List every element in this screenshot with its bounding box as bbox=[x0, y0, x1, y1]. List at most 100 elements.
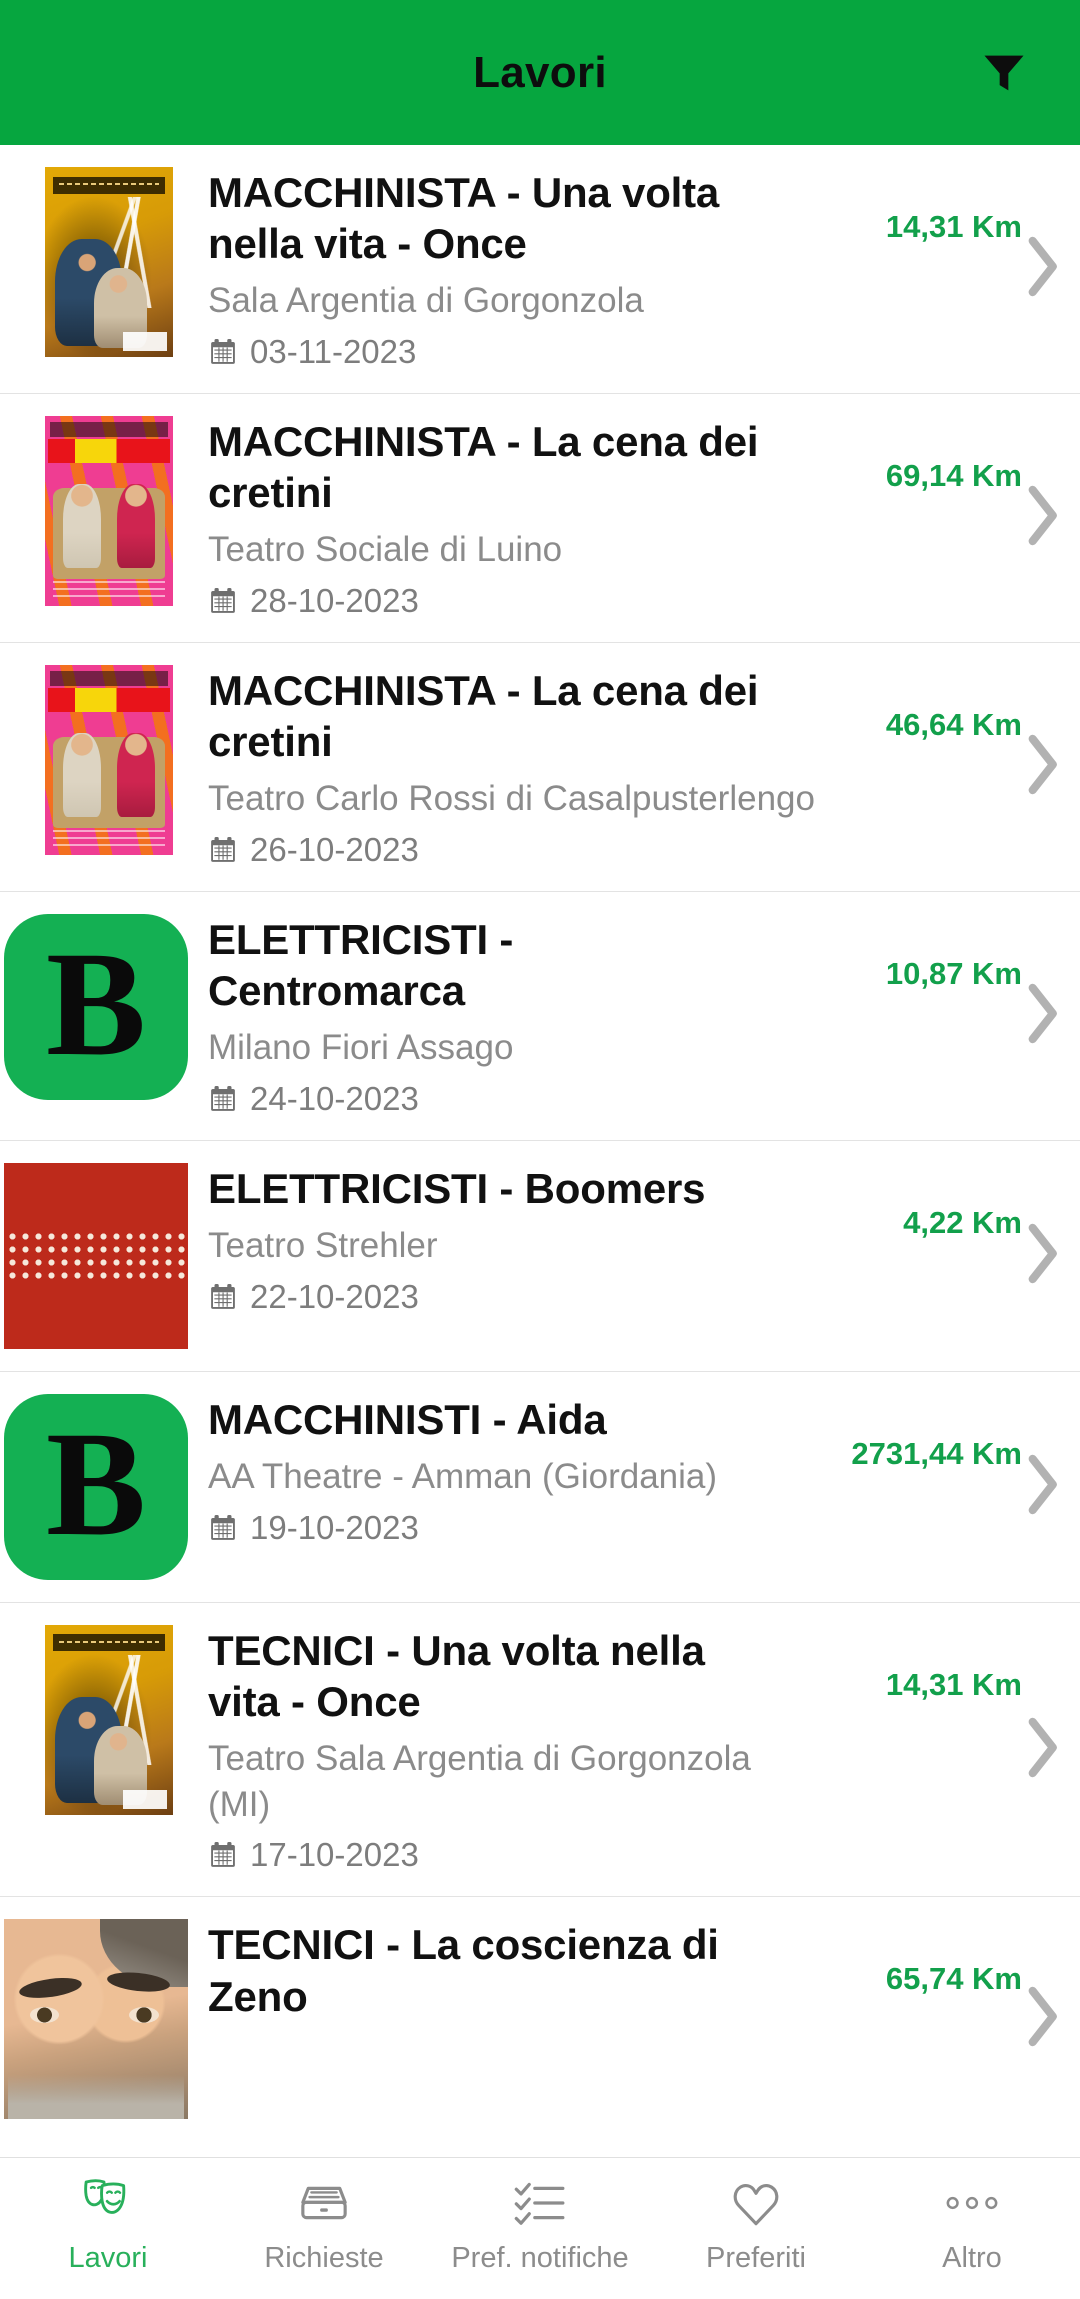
tab-label: Richieste bbox=[264, 2242, 384, 2274]
job-date-line: 22-10-2023 bbox=[208, 1278, 822, 1316]
job-date-line: 24-10-2023 bbox=[208, 1080, 822, 1118]
calendar-icon bbox=[211, 1283, 235, 1309]
job-info: TECNICI - Una volta nella vita - Once Te… bbox=[188, 1625, 830, 1874]
job-list-item[interactable]: ELETTRICISTI - Boomers Teatro Strehler 2… bbox=[0, 1139, 1080, 1371]
job-date: 28-10-2023 bbox=[250, 581, 419, 619]
job-title: ELETTRICISTI - Centromarca bbox=[208, 915, 514, 1015]
job-thumbnail: B bbox=[0, 1393, 188, 1580]
job-list-item[interactable]: MACCHINISTA - La cena dei cretini Teatro… bbox=[0, 641, 1080, 891]
job-title: MACCHINISTA - La cena dei cretini bbox=[208, 417, 759, 517]
job-date: 26-10-2023 bbox=[250, 830, 419, 868]
job-thumbnail bbox=[0, 1162, 188, 1349]
job-distance: 69,14 Km bbox=[885, 457, 1022, 493]
tab-preferiti[interactable]: Preferiti bbox=[648, 2158, 864, 2299]
chevron-right-icon bbox=[1028, 1454, 1057, 1515]
job-title: ELETTRICISTI - Boomers bbox=[208, 1164, 706, 1212]
job-title: TECNICI - Una volta nella vita - Once bbox=[208, 1626, 705, 1726]
calendar-icon bbox=[211, 836, 235, 862]
job-venue: Teatro Sala Argentia di Gorgonzola (MI) bbox=[208, 1739, 751, 1824]
job-venue: Teatro Carlo Rossi di Casalpusterlengo bbox=[208, 779, 815, 819]
job-list-item[interactable]: B MACCHINISTI - Aida AA Theatre - Amman … bbox=[0, 1370, 1080, 1602]
calendar-icon bbox=[211, 1085, 235, 1111]
calendar-icon bbox=[211, 1842, 235, 1868]
job-list-item[interactable]: MACCHINISTA - La cena dei cretini Teatro… bbox=[0, 392, 1080, 642]
company-logo-b: B bbox=[4, 1393, 188, 1580]
ellipsis-icon bbox=[943, 2172, 1001, 2234]
piccolo-teatro-logo bbox=[4, 1162, 188, 1349]
poster-image bbox=[45, 664, 173, 855]
job-list-item[interactable]: B ELETTRICISTI - Centromarca Milano Fior… bbox=[0, 890, 1080, 1140]
job-info: TECNICI - La coscienza di Zeno bbox=[188, 1919, 830, 2021]
job-venue: Teatro Strehler bbox=[208, 1226, 438, 1266]
job-meta: 14,31 Km bbox=[830, 1625, 1080, 1874]
theater-masks-icon bbox=[84, 2179, 126, 2214]
job-meta: 10,87 Km bbox=[830, 914, 1080, 1118]
job-thumbnail bbox=[0, 1624, 188, 1815]
calendar-icon bbox=[211, 338, 235, 364]
chevron-right-icon bbox=[1028, 1987, 1057, 2047]
job-distance: 46,64 Km bbox=[885, 706, 1022, 742]
job-venue: Teatro Sociale di Luino bbox=[208, 530, 563, 570]
job-disclosure-arrow[interactable] bbox=[1018, 1451, 1062, 1522]
job-venue: Milano Fiori Assago bbox=[208, 1028, 514, 1068]
tab-label: Preferiti bbox=[706, 2242, 806, 2274]
heart-icon bbox=[733, 2184, 779, 2226]
tab-label: Lavori bbox=[68, 2242, 148, 2274]
chevron-right-icon bbox=[1028, 983, 1057, 1044]
checklist-icon bbox=[514, 2182, 565, 2225]
job-date: 22-10-2023 bbox=[250, 1277, 419, 1315]
poster-image bbox=[45, 1624, 173, 1815]
job-date: 03-11-2023 bbox=[250, 332, 417, 370]
job-venue: AA Theatre - Amman (Giordania) bbox=[208, 1457, 718, 1497]
tab-lavori[interactable]: Lavori bbox=[0, 2158, 216, 2299]
tab-label: Altro bbox=[942, 2242, 1002, 2274]
job-info: ELETTRICISTI - Boomers Teatro Strehler 2… bbox=[188, 1163, 830, 1316]
job-disclosure-arrow[interactable] bbox=[1018, 482, 1062, 553]
job-disclosure-arrow[interactable] bbox=[1018, 980, 1062, 1051]
poster-image bbox=[45, 415, 173, 606]
inbox-tray-icon bbox=[301, 2186, 347, 2220]
page-title: Lavori bbox=[473, 47, 607, 97]
filter-funnel-icon bbox=[984, 55, 1024, 90]
job-date-line: 03-11-2023 bbox=[208, 333, 822, 371]
job-list-item[interactable]: MACCHINISTA - Una volta nella vita - Onc… bbox=[0, 145, 1080, 393]
chevron-right-icon bbox=[1028, 1717, 1057, 1777]
checklist-icon bbox=[512, 2172, 568, 2234]
chevron-right-icon bbox=[1028, 1223, 1057, 1284]
job-list-item[interactable]: TECNICI - Una volta nella vita - Once Te… bbox=[0, 1601, 1080, 1897]
job-title: TECNICI - La coscienza di Zeno bbox=[208, 1921, 719, 2020]
ellipsis-icon bbox=[946, 2196, 998, 2210]
job-date-line: 28-10-2023 bbox=[208, 582, 822, 620]
job-info: ELETTRICISTI - Centromarca Milano Fiori … bbox=[188, 914, 830, 1118]
job-disclosure-arrow[interactable] bbox=[1018, 1714, 1062, 1785]
tab-altro[interactable]: Altro bbox=[864, 2158, 1080, 2299]
tab-richieste[interactable]: Richieste bbox=[216, 2158, 432, 2299]
app-screen: Lavori MACCHINISTA - Una volta nella vit… bbox=[0, 0, 1080, 2299]
job-thumbnail bbox=[0, 664, 188, 855]
bottom-tab-bar: Lavori Richieste Pref. notifiche Preferi… bbox=[0, 2157, 1080, 2299]
job-distance: 14,31 Km bbox=[885, 209, 1022, 244]
theater-masks-icon bbox=[79, 2172, 137, 2234]
job-distance: 4,22 Km bbox=[903, 1204, 1022, 1240]
app-header: Lavori bbox=[0, 0, 1080, 145]
job-disclosure-arrow[interactable] bbox=[1018, 1220, 1062, 1291]
job-info: MACCHINISTA - La cena dei cretini Teatro… bbox=[188, 665, 830, 869]
job-info: MACCHINISTA - Una volta nella vita - Onc… bbox=[188, 167, 830, 371]
tab-pref-notifiche[interactable]: Pref. notifiche bbox=[432, 2158, 648, 2299]
inbox-tray-icon bbox=[297, 2172, 351, 2234]
poster-image bbox=[45, 167, 173, 357]
filter-button[interactable] bbox=[966, 35, 1042, 111]
job-date-line: 26-10-2023 bbox=[208, 831, 822, 869]
job-title: MACCHINISTA - Una volta nella vita - Onc… bbox=[208, 169, 720, 268]
job-distance: 10,87 Km bbox=[885, 955, 1022, 991]
job-list-item[interactable]: TECNICI - La coscienza di Zeno 65,74 Km bbox=[0, 1896, 1080, 2142]
job-info: MACCHINISTI - Aida AA Theatre - Amman (G… bbox=[188, 1394, 830, 1547]
jobs-list[interactable]: MACCHINISTA - Una volta nella vita - Onc… bbox=[0, 145, 1080, 2157]
job-meta: 2731,44 Km bbox=[830, 1394, 1080, 1580]
job-disclosure-arrow[interactable] bbox=[1018, 731, 1062, 802]
job-disclosure-arrow[interactable] bbox=[1018, 1984, 1062, 2055]
job-disclosure-arrow[interactable] bbox=[1018, 233, 1062, 304]
heart-icon bbox=[728, 2172, 784, 2234]
calendar-icon bbox=[211, 587, 235, 613]
job-meta: 69,14 Km bbox=[830, 416, 1080, 620]
